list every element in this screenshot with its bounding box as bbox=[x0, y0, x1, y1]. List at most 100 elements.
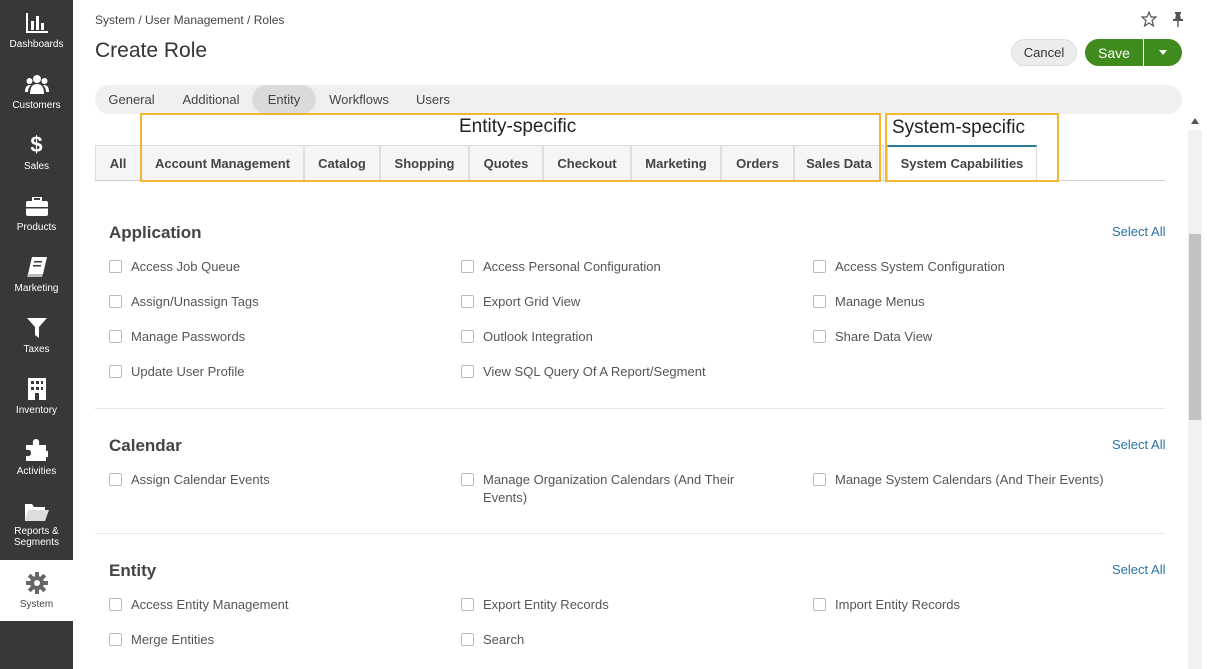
sidebar: Dashboards Customers $ Sales Products Ma… bbox=[0, 0, 73, 669]
book-icon bbox=[0, 256, 73, 278]
save-dropdown-button[interactable] bbox=[1144, 39, 1182, 66]
checkbox-item[interactable]: Merge Entities bbox=[109, 631, 214, 649]
system-specific-label: System-specific bbox=[892, 117, 1026, 138]
checkbox-item[interactable]: Assign Calendar Events bbox=[109, 471, 270, 489]
scrollbar-thumb[interactable] bbox=[1189, 234, 1201, 420]
sidebar-item-taxes[interactable]: Taxes bbox=[0, 305, 73, 366]
checkbox-item[interactable]: Manage Passwords bbox=[109, 328, 245, 346]
checkbox-item[interactable]: Search bbox=[461, 631, 524, 649]
checkbox-label-line-1: Manage Organization Calendars (And Their bbox=[483, 472, 735, 487]
sidebar-item-system[interactable]: System bbox=[0, 560, 73, 621]
checkbox-item[interactable]: Access Job Queue bbox=[109, 258, 240, 276]
sidebar-item-products[interactable]: Products bbox=[0, 183, 73, 244]
checkbox[interactable] bbox=[813, 473, 826, 486]
checkbox[interactable] bbox=[461, 330, 474, 343]
checkbox-item[interactable]: Assign/Unassign Tags bbox=[109, 293, 259, 311]
checkbox-label: Merge Entities bbox=[131, 632, 215, 647]
checkbox[interactable] bbox=[813, 330, 826, 343]
select-all-link[interactable]: Select All bbox=[1112, 437, 1165, 452]
tab-additional[interactable]: Additional bbox=[171, 85, 251, 114]
checkbox[interactable] bbox=[813, 295, 826, 308]
puzzle-icon bbox=[0, 439, 73, 461]
checkbox-label: Search bbox=[483, 632, 525, 647]
subtab-all[interactable]: All bbox=[95, 145, 141, 180]
checkbox-label: Access Entity Management bbox=[131, 597, 289, 612]
checkbox-item[interactable]: Import Entity Records bbox=[813, 596, 960, 614]
checkbox[interactable] bbox=[109, 260, 122, 273]
checkbox-item[interactable]: Update User Profile bbox=[109, 363, 244, 381]
checkbox-label: Access Personal Configuration bbox=[483, 259, 661, 274]
folder-icon bbox=[0, 500, 73, 522]
sidebar-item-sales[interactable]: $ Sales bbox=[0, 122, 73, 183]
checkbox-item[interactable]: Access System Configuration bbox=[813, 258, 1005, 276]
sidebar-item-label: System bbox=[19, 599, 54, 610]
checkbox-item[interactable]: Manage System Calendars (And Their Event… bbox=[813, 471, 1104, 489]
sidebar-item-label: Sales bbox=[23, 161, 49, 172]
save-button[interactable]: Save bbox=[1085, 39, 1143, 66]
section-title-entity: Entity bbox=[109, 561, 157, 580]
checkbox-label-line-2: Events) bbox=[483, 490, 528, 505]
checkbox[interactable] bbox=[109, 295, 122, 308]
checkbox-item[interactable]: View SQL Query Of A Report/Segment bbox=[461, 363, 706, 381]
star-icon[interactable] bbox=[1140, 10, 1158, 28]
sidebar-item-label: Dashboards bbox=[9, 39, 64, 50]
checkbox[interactable] bbox=[109, 473, 122, 486]
checkbox[interactable] bbox=[813, 260, 826, 273]
checkbox-label: Manage Organization Calendars (And Their… bbox=[483, 471, 734, 507]
sidebar-item-inventory[interactable]: Inventory bbox=[0, 366, 73, 427]
sidebar-item-label: Products bbox=[16, 222, 57, 233]
checkbox-label: Export Grid View bbox=[483, 294, 581, 309]
checkbox[interactable] bbox=[461, 365, 474, 378]
checkbox[interactable] bbox=[109, 633, 122, 646]
checkbox-label: Export Entity Records bbox=[483, 597, 609, 612]
checkbox-item[interactable]: Outlook Integration bbox=[461, 328, 593, 346]
scroll-up-arrow-icon[interactable] bbox=[1191, 118, 1199, 124]
select-all-link[interactable]: Select All bbox=[1112, 224, 1165, 239]
sidebar-item-dashboards[interactable]: Dashboards bbox=[0, 0, 73, 61]
tab-entity[interactable]: Entity bbox=[252, 85, 316, 114]
dollar-icon: $ bbox=[30, 132, 43, 157]
tab-users[interactable]: Users bbox=[407, 85, 459, 114]
checkbox[interactable] bbox=[813, 598, 826, 611]
checkbox[interactable] bbox=[109, 598, 122, 611]
checkbox[interactable] bbox=[461, 295, 474, 308]
sidebar-item-label: Inventory bbox=[15, 405, 58, 416]
sidebar-item-marketing[interactable]: Marketing bbox=[0, 244, 73, 305]
checkbox-label: Assign/Unassign Tags bbox=[131, 294, 259, 309]
pin-icon[interactable] bbox=[1170, 11, 1186, 27]
checkbox[interactable] bbox=[461, 260, 474, 273]
sidebar-item-label: Marketing bbox=[14, 283, 59, 294]
sidebar-item-customers[interactable]: Customers bbox=[0, 61, 73, 122]
checkbox-label: Assign Calendar Events bbox=[131, 472, 270, 487]
checkbox-item[interactable]: Share Data View bbox=[813, 328, 932, 346]
breadcrumb: System / User Management / Roles bbox=[95, 13, 285, 27]
sidebar-item-activities[interactable]: Activities bbox=[0, 427, 73, 488]
checkbox-item[interactable]: Export Entity Records bbox=[461, 596, 609, 614]
checkbox-label: Import Entity Records bbox=[835, 597, 960, 612]
select-all-link[interactable]: Select All bbox=[1112, 562, 1165, 577]
checkbox-label: Access System Configuration bbox=[835, 259, 1005, 274]
checkbox-item[interactable]: Manage Organization Calendars (And Their… bbox=[461, 471, 734, 507]
checkbox[interactable] bbox=[461, 598, 474, 611]
checkbox-label: Share Data View bbox=[835, 329, 933, 344]
sidebar-item-reports-segments[interactable]: Reports & Segments bbox=[0, 488, 73, 549]
cancel-button[interactable]: Cancel bbox=[1011, 39, 1077, 66]
sidebar-item-label-2: Segments bbox=[13, 537, 60, 548]
checkbox-label: Manage Menus bbox=[835, 294, 925, 309]
checkbox-item[interactable]: Access Entity Management bbox=[109, 596, 289, 614]
checkbox-item[interactable]: Access Personal Configuration bbox=[461, 258, 661, 276]
checkbox-item[interactable]: Export Grid View bbox=[461, 293, 580, 311]
sidebar-item-label: Activities bbox=[16, 466, 57, 477]
checkbox[interactable] bbox=[109, 365, 122, 378]
entity-specific-label: Entity-specific bbox=[459, 116, 577, 137]
checkbox[interactable] bbox=[461, 633, 474, 646]
tab-general[interactable]: General bbox=[99, 85, 164, 114]
tab-workflows[interactable]: Workflows bbox=[321, 85, 397, 114]
checkbox-label: Manage Passwords bbox=[131, 329, 246, 344]
checkbox[interactable] bbox=[461, 473, 474, 486]
checkbox-item[interactable]: Manage Menus bbox=[813, 293, 925, 311]
section-title-calendar: Calendar bbox=[109, 436, 182, 455]
checkbox-label: Outlook Integration bbox=[483, 329, 593, 344]
main-tabs: General Additional Entity Workflows User… bbox=[95, 85, 1182, 114]
checkbox[interactable] bbox=[109, 330, 122, 343]
